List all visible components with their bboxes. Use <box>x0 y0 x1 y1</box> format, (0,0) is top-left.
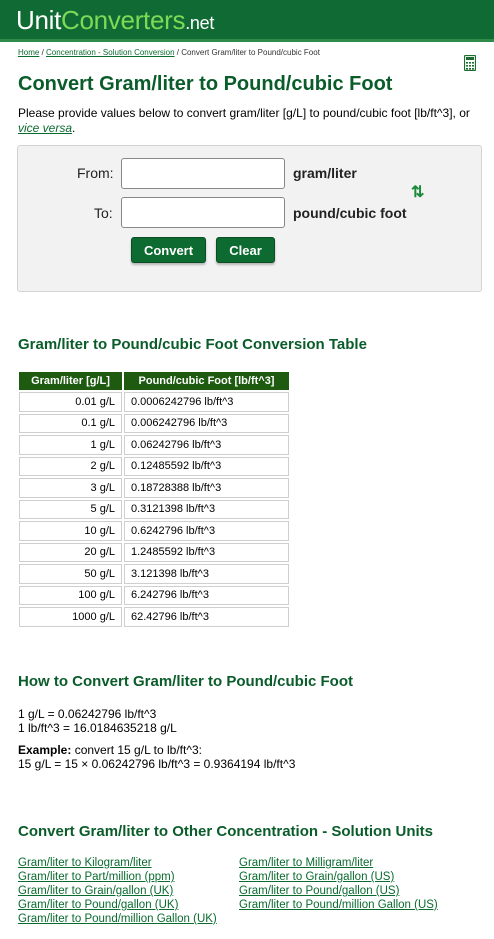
breadcrumb-current: Convert Gram/liter to Pound/cubic Foot <box>181 48 320 57</box>
breadcrumb-sep: / <box>39 48 47 57</box>
table-row: 0.01 g/L 0.0006242796 lb/ft^3 <box>19 392 289 412</box>
cell-pound-cubic-foot: 0.006242796 lb/ft^3 <box>124 413 289 433</box>
formula-line: 1 g/L = 0.06242796 lb/ft^3 <box>18 707 157 721</box>
unit-conversion-link[interactable]: Gram/liter to Part/million (ppm) <box>18 870 217 884</box>
cell-gram-liter: 2 g/L <box>19 456 122 476</box>
table-row: 50 g/L 3.121398 lb/ft^3 <box>19 564 289 584</box>
links-column-left: Gram/liter to Kilogram/liter Gram/liter t… <box>18 856 217 926</box>
unit-conversion-link[interactable]: Gram/liter to Grain/gallon (US) <box>239 870 438 884</box>
other-units-heading: Convert Gram/liter to Other Concentratio… <box>18 823 434 840</box>
table-header-gram-liter: Gram/liter [g/L] <box>19 372 122 390</box>
cell-gram-liter: 5 g/L <box>19 499 122 519</box>
from-input[interactable] <box>121 158 285 189</box>
site-logo[interactable]: UnitConverters.net <box>16 5 214 38</box>
example-result: 15 g/L = 15 × 0.06242796 lb/ft^3 = 0.936… <box>18 757 296 771</box>
vice-versa-link[interactable]: vice versa <box>18 121 72 135</box>
unit-conversion-link[interactable]: Gram/liter to Pound/gallon (UK) <box>18 898 217 912</box>
table-row: 20 g/L 1.2485592 lb/ft^3 <box>19 542 289 562</box>
links-column-right: Gram/liter to Milligram/liter Gram/liter … <box>239 856 438 912</box>
calculator-icon[interactable] <box>464 55 476 71</box>
cell-pound-cubic-foot: 0.12485592 lb/ft^3 <box>124 456 289 476</box>
unit-conversion-link[interactable]: Gram/liter to Pound/million Gallon (US) <box>239 898 438 912</box>
cell-pound-cubic-foot: 0.6242796 lb/ft^3 <box>124 521 289 541</box>
conversion-table-heading: Gram/liter to Pound/cubic Foot Conversio… <box>18 336 367 353</box>
table-row: 1 g/L 0.06242796 lb/ft^3 <box>19 435 289 455</box>
cell-gram-liter: 3 g/L <box>19 478 122 498</box>
table-row: 100 g/L 6.242796 lb/ft^3 <box>19 585 289 605</box>
to-unit-label: pound/cubic foot <box>293 205 407 221</box>
cell-pound-cubic-foot: 6.242796 lb/ft^3 <box>124 585 289 605</box>
convert-button[interactable]: Convert <box>131 237 206 263</box>
unit-conversion-link[interactable]: Gram/liter to Pound/gallon (US) <box>239 884 438 898</box>
cell-gram-liter: 0.01 g/L <box>19 392 122 412</box>
table-row: 10 g/L 0.6242796 lb/ft^3 <box>19 521 289 541</box>
intro-body: Please provide values below to convert g… <box>18 106 470 120</box>
cell-pound-cubic-foot: 3.121398 lb/ft^3 <box>124 564 289 584</box>
unit-conversion-link[interactable]: Gram/liter to Milligram/liter <box>239 856 438 870</box>
formula-line: 1 lb/ft^3 = 16.0184635218 g/L <box>18 721 177 735</box>
from-label: From: <box>77 165 114 181</box>
cell-pound-cubic-foot: 0.0006242796 lb/ft^3 <box>124 392 289 412</box>
howto-heading: How to Convert Gram/liter to Pound/cubic… <box>18 673 354 690</box>
example-label: Example: <box>18 743 72 757</box>
logo-net: .net <box>185 13 215 33</box>
intro-text: Please provide values below to convert g… <box>18 106 488 136</box>
cell-gram-liter: 50 g/L <box>19 564 122 584</box>
cell-pound-cubic-foot: 0.3121398 lb/ft^3 <box>124 499 289 519</box>
example-line: Example: convert 15 g/L to lb/ft^3: <box>18 743 295 757</box>
example-text: convert 15 g/L to lb/ft^3: <box>71 743 202 757</box>
cell-gram-liter: 1 g/L <box>19 435 122 455</box>
breadcrumb-category[interactable]: Concentration - Solution Conversion <box>46 48 175 57</box>
conversion-table: Gram/liter [g/L] Pound/cubic Foot [lb/ft… <box>17 370 291 629</box>
site-header: UnitConverters.net <box>0 0 494 42</box>
table-header-pound-cubic-foot: Pound/cubic Foot [lb/ft^3] <box>124 372 289 390</box>
cell-gram-liter: 0.1 g/L <box>19 413 122 433</box>
table-row: 3 g/L 0.18728388 lb/ft^3 <box>19 478 289 498</box>
breadcrumb-home[interactable]: Home <box>18 48 39 57</box>
cell-gram-liter: 20 g/L <box>19 542 122 562</box>
table-row: 2 g/L 0.12485592 lb/ft^3 <box>19 456 289 476</box>
unit-conversion-link[interactable]: Gram/liter to Grain/gallon (UK) <box>18 884 217 898</box>
logo-unit: Unit <box>16 5 62 35</box>
clear-button[interactable]: Clear <box>216 237 275 263</box>
to-input[interactable] <box>121 197 285 228</box>
cell-gram-liter: 100 g/L <box>19 585 122 605</box>
unit-conversion-link[interactable]: Gram/liter to Pound/million Gallon (UK) <box>18 912 217 926</box>
table-row: 1000 g/L 62.42796 lb/ft^3 <box>19 607 289 627</box>
table-row: 5 g/L 0.3121398 lb/ft^3 <box>19 499 289 519</box>
breadcrumb: Home / Concentration - Solution Conversi… <box>18 48 320 57</box>
to-label: To: <box>94 205 113 221</box>
page-title: Convert Gram/liter to Pound/cubic Foot <box>18 73 393 95</box>
table-row: 0.1 g/L 0.006242796 lb/ft^3 <box>19 413 289 433</box>
logo-converters: Converters <box>61 5 186 35</box>
from-unit-label: gram/liter <box>293 165 357 181</box>
cell-pound-cubic-foot: 1.2485592 lb/ft^3 <box>124 542 289 562</box>
swap-arrows-icon[interactable]: ⇅ <box>411 182 424 202</box>
intro-end: . <box>72 121 76 135</box>
converter-panel: From: gram/liter ⇅ To: pound/cubic foot … <box>17 145 482 292</box>
howto-section: 1 g/L = 0.06242796 lb/ft^3 1 lb/ft^3 = 1… <box>18 707 295 771</box>
cell-gram-liter: 10 g/L <box>19 521 122 541</box>
cell-pound-cubic-foot: 0.06242796 lb/ft^3 <box>124 435 289 455</box>
cell-pound-cubic-foot: 0.18728388 lb/ft^3 <box>124 478 289 498</box>
unit-conversion-link[interactable]: Gram/liter to Kilogram/liter <box>18 856 217 870</box>
cell-gram-liter: 1000 g/L <box>19 607 122 627</box>
cell-pound-cubic-foot: 62.42796 lb/ft^3 <box>124 607 289 627</box>
